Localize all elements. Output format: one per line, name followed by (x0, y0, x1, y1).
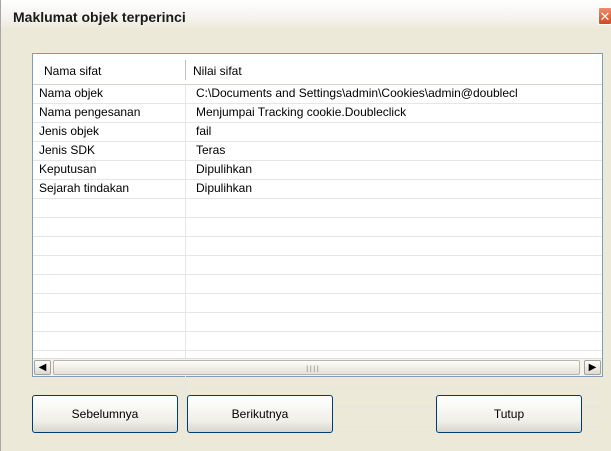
table-row[interactable]: Nama pengesanan Menjumpai Tracking cookie… (33, 104, 602, 123)
property-value: Dipulihkan (196, 181, 253, 195)
table-row[interactable]: Jenis objek fail (33, 123, 602, 142)
window-title: Maklumat objek terperinci (13, 9, 186, 25)
grip-icon: IIII (306, 364, 321, 374)
property-value: Teras (196, 143, 226, 157)
column-divider (185, 142, 186, 161)
column-separator[interactable] (185, 60, 186, 80)
column-divider (185, 332, 186, 351)
column-divider (185, 161, 186, 180)
scroll-left-icon[interactable]: ◀ (34, 360, 51, 375)
column-divider (185, 104, 186, 123)
table-row[interactable]: Keputusan Dipulihkan (33, 161, 602, 180)
property-value: C:\Documents and Settings\admin\Cookies\… (196, 86, 518, 100)
empty-row (33, 237, 602, 256)
scrollbar-thumb[interactable]: IIII (53, 360, 580, 375)
horizontal-scrollbar[interactable]: ◀ IIII ▶ (33, 358, 602, 376)
scroll-right-icon[interactable]: ▶ (584, 360, 601, 375)
property-name: Sejarah tindakan (39, 181, 130, 195)
column-divider (185, 180, 186, 199)
table-row[interactable]: Jenis SDK Teras (33, 142, 602, 161)
empty-row (33, 199, 602, 218)
column-divider (185, 237, 186, 256)
details-dialog: Maklumat objek terperinci ✕ Nama sifat N… (0, 0, 611, 451)
property-name: Jenis SDK (39, 143, 96, 157)
previous-button[interactable]: Sebelumnya (32, 395, 178, 433)
empty-row (33, 218, 602, 237)
property-list[interactable]: Nama sifat Nilai sifat Nama objek C:\Docu… (32, 53, 603, 427)
table-row[interactable]: Sejarah tindakan Dipulihkan (33, 180, 602, 199)
property-name: Jenis objek (39, 124, 100, 138)
column-divider (185, 218, 186, 237)
property-name: Nama objek (39, 86, 104, 100)
empty-row (33, 294, 602, 313)
property-value: fail (196, 124, 212, 138)
column-divider (185, 85, 186, 104)
column-divider (185, 275, 186, 294)
property-name: Keputusan (39, 162, 97, 176)
empty-row (33, 256, 602, 275)
title-bar[interactable]: Maklumat objek terperinci ✕ (1, 0, 611, 30)
column-divider (185, 123, 186, 142)
close-button[interactable]: Tutup (436, 395, 582, 433)
property-value: Dipulihkan (196, 162, 253, 176)
close-icon[interactable]: ✕ (598, 7, 611, 25)
empty-row (33, 313, 602, 332)
empty-row (33, 275, 602, 294)
column-divider (185, 389, 186, 408)
property-name: Nama pengesanan (39, 105, 141, 119)
column-divider (185, 199, 186, 218)
column-divider (185, 408, 186, 427)
column-header-value[interactable]: Nilai sifat (193, 64, 242, 78)
property-value: Menjumpai Tracking cookie.Doubleclick (196, 105, 407, 119)
list-header: Nama sifat Nilai sifat (33, 54, 602, 85)
column-divider (185, 256, 186, 275)
column-header-name[interactable]: Nama sifat (44, 64, 101, 78)
column-divider (185, 294, 186, 313)
table-row[interactable]: Nama objek C:\Documents and Settings\admi… (33, 85, 602, 104)
column-divider (185, 313, 186, 332)
next-button[interactable]: Berikutnya (187, 395, 333, 433)
empty-row (33, 332, 602, 351)
